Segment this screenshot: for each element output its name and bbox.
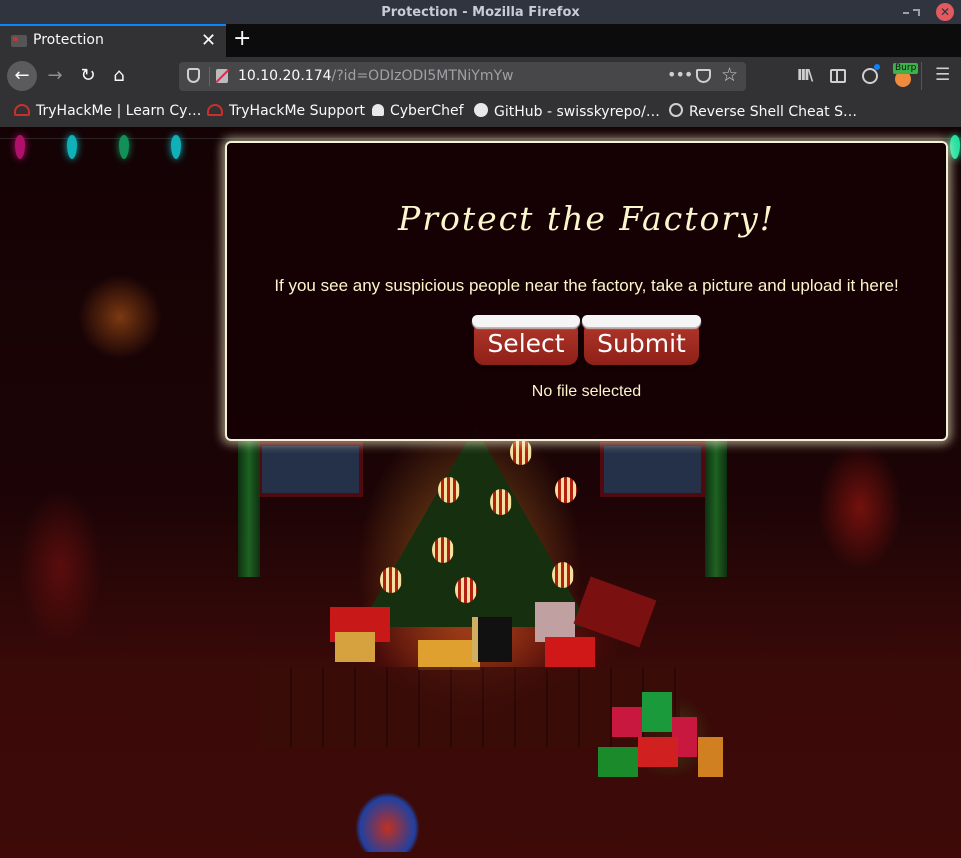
- toolbar-divider: [921, 62, 922, 90]
- submit-button-label: Submit: [597, 329, 686, 358]
- green-curtain: [238, 437, 260, 577]
- pocket-icon[interactable]: [696, 69, 711, 83]
- background-window: [600, 442, 705, 497]
- ornament: [455, 577, 477, 603]
- tab-close-icon[interactable]: ✕: [201, 30, 216, 51]
- url-bar[interactable]: 10.10.20.174/?id=ODIzODI5MTNiYmYw ••• ☆: [179, 62, 746, 91]
- christmas-light-icon: [950, 135, 960, 159]
- bookmark-star-icon[interactable]: ☆: [721, 64, 738, 86]
- ornament: [510, 439, 532, 465]
- select-file-button[interactable]: Select: [472, 315, 580, 365]
- page-title: Protect the Factory!: [397, 199, 776, 238]
- back-button[interactable]: ←: [7, 61, 37, 91]
- bookmark-cyberchef[interactable]: CyberChef: [372, 103, 464, 119]
- globe-icon: [669, 103, 683, 117]
- sidebar-icon[interactable]: [830, 69, 846, 83]
- gift-box: [535, 602, 575, 642]
- page-actions-more-icon[interactable]: •••: [667, 65, 693, 84]
- tab-strip: Protection ✕ +: [0, 24, 961, 57]
- bookmark-label: CyberChef: [390, 103, 464, 119]
- window-close-button[interactable]: ✕: [936, 3, 954, 21]
- gift-box: [472, 617, 512, 662]
- bookmark-label: TryHackMe Support: [229, 103, 365, 119]
- tryhackme-icon: [14, 104, 30, 116]
- ornament: [438, 477, 460, 503]
- chef-hat-icon: [372, 104, 384, 116]
- ornament: [490, 489, 512, 515]
- forward-button[interactable]: →: [40, 61, 70, 91]
- window-title: Protection - Mozilla Firefox: [381, 5, 580, 20]
- background-window: [258, 442, 363, 497]
- bookmark-label: Reverse Shell Cheat S…: [689, 104, 857, 120]
- christmas-lights-wire: [0, 127, 961, 139]
- file-status: No file selected: [531, 383, 642, 400]
- gift-box: [335, 632, 375, 662]
- christmas-light-icon: [67, 135, 77, 159]
- url-host: 10.10.20.174: [238, 68, 332, 84]
- tab-protection[interactable]: Protection ✕: [0, 24, 226, 57]
- upload-panel: Protect the Factory! If you see any susp…: [225, 141, 948, 441]
- new-tab-button[interactable]: +: [233, 26, 251, 51]
- green-curtain: [705, 437, 727, 577]
- bookmark-reverse-shell[interactable]: Reverse Shell Cheat S…: [669, 103, 857, 120]
- reload-button[interactable]: ↻: [73, 61, 103, 91]
- ornament: [380, 567, 402, 593]
- bookmark-tryhackme-support[interactable]: TryHackMe Support: [207, 103, 365, 119]
- toy-blocks: [598, 687, 746, 802]
- maximize-icon[interactable]: [908, 4, 924, 20]
- bookmarks-toolbar: TryHackMe | Learn Cy… TryHackMe Support …: [0, 95, 961, 127]
- tracking-protection-shield-icon[interactable]: [187, 68, 200, 83]
- home-button[interactable]: ⌂: [104, 61, 134, 91]
- navigation-toolbar: ← → ↻ ⌂ 10.10.20.174/?id=ODIzODI5MTNiYmY…: [0, 57, 961, 95]
- url-path: /?id=ODIzODI5MTNiYmYw: [331, 68, 514, 84]
- select-button-label: Select: [487, 329, 565, 358]
- library-icon[interactable]: III\: [797, 66, 813, 84]
- window-titlebar: Protection - Mozilla Firefox ✕: [0, 0, 961, 24]
- bookmark-label: TryHackMe | Learn Cy…: [36, 103, 202, 119]
- gift-box: [418, 640, 480, 670]
- notification-dot: [874, 64, 880, 70]
- burp-extension-icon[interactable]: Burp: [893, 63, 919, 87]
- ornament: [555, 477, 577, 503]
- bookmark-label: GitHub - swisskyrepo/…: [494, 104, 660, 120]
- christmas-light-icon: [15, 135, 25, 159]
- hamburger-menu-icon[interactable]: ☰: [935, 65, 950, 85]
- gift-box: [545, 637, 595, 667]
- bookmark-tryhackme-learn[interactable]: TryHackMe | Learn Cy…: [14, 103, 201, 119]
- site-favicon-icon: [11, 35, 27, 47]
- account-icon[interactable]: [862, 64, 880, 84]
- christmas-light-icon: [119, 135, 129, 159]
- insecure-lock-icon[interactable]: [216, 69, 228, 83]
- spinning-top-toy: [355, 792, 420, 852]
- burp-badge: Burp: [893, 63, 919, 74]
- submit-button[interactable]: Submit: [582, 315, 701, 365]
- url-text[interactable]: 10.10.20.174/?id=ODIzODI5MTNiYmYw: [238, 68, 513, 84]
- github-icon: [474, 103, 488, 117]
- urlbar-divider: [209, 67, 210, 86]
- ornament: [432, 537, 454, 563]
- tryhackme-icon: [207, 104, 223, 116]
- upload-instructions: If you see any suspicious people near th…: [274, 276, 899, 295]
- page-viewport: Protect the Factory! If you see any susp…: [0, 127, 961, 858]
- christmas-light-icon: [171, 135, 181, 159]
- tab-label: Protection: [33, 32, 104, 48]
- ornament: [552, 562, 574, 588]
- bookmark-github-swisskyrepo[interactable]: GitHub - swisskyrepo/…: [474, 103, 660, 120]
